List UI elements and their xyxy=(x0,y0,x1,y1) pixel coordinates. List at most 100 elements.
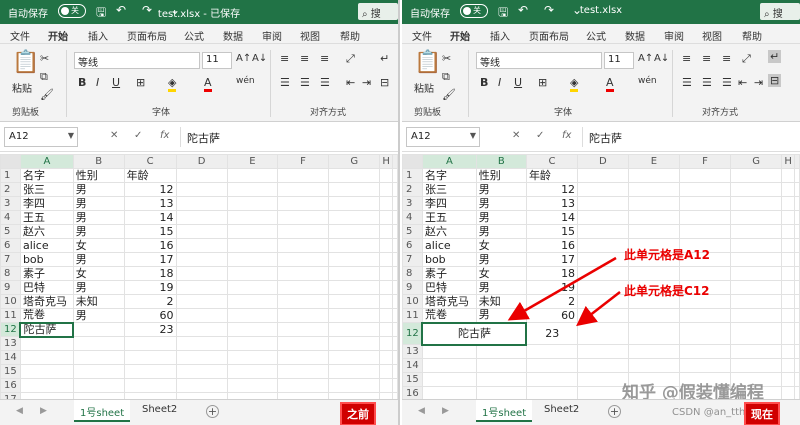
tab-file[interactable]: 文件 xyxy=(10,28,30,43)
cell[interactable] xyxy=(328,294,381,309)
name-box[interactable]: A12 ▼ xyxy=(4,127,78,147)
cell[interactable]: 名字 xyxy=(19,168,74,183)
row-header[interactable]: 16 xyxy=(0,378,21,393)
cell[interactable] xyxy=(175,210,228,225)
cell[interactable]: 12 xyxy=(123,182,177,197)
font-color-icon[interactable]: A xyxy=(204,76,212,92)
cell[interactable] xyxy=(379,266,393,281)
cell[interactable]: alice xyxy=(19,238,74,253)
align-left-icon[interactable]: ☰ xyxy=(280,76,290,89)
column-header[interactable]: C xyxy=(123,154,177,169)
cell[interactable] xyxy=(276,168,330,183)
cell[interactable]: 60 xyxy=(123,308,177,323)
row-header[interactable]: 14 xyxy=(0,350,21,365)
next-sheet-icon[interactable]: ▶ xyxy=(40,406,47,416)
cell[interactable] xyxy=(175,294,228,309)
cell[interactable] xyxy=(276,280,330,295)
add-sheet-icon[interactable]: + xyxy=(608,405,621,418)
cell[interactable] xyxy=(19,364,74,379)
cell[interactable] xyxy=(328,280,381,295)
cell[interactable] xyxy=(72,336,125,351)
row-header[interactable]: 6 xyxy=(0,238,21,253)
cell[interactable] xyxy=(226,168,278,183)
cell[interactable] xyxy=(379,336,393,351)
cell[interactable] xyxy=(379,168,393,183)
align-top-icon[interactable]: ≡ xyxy=(280,52,289,65)
cell[interactable] xyxy=(328,336,381,351)
cell[interactable] xyxy=(379,210,393,225)
cell[interactable] xyxy=(72,322,125,337)
wrap-text-icon[interactable]: ↵ xyxy=(380,52,389,65)
cell[interactable] xyxy=(392,280,398,295)
cancel-icon[interactable]: ✕ xyxy=(110,130,118,141)
function-icon[interactable]: fx xyxy=(160,130,169,141)
column-header[interactable]: A xyxy=(19,154,74,169)
cell[interactable]: 年龄 xyxy=(123,168,177,183)
cell[interactable] xyxy=(379,238,393,253)
cell[interactable]: 王五 xyxy=(19,210,74,225)
cell[interactable] xyxy=(276,322,330,337)
row-header[interactable]: 5 xyxy=(0,224,21,239)
indent-icon[interactable]: ⇤ xyxy=(346,76,355,89)
cell[interactable] xyxy=(392,210,398,225)
cell[interactable]: 14 xyxy=(123,210,177,225)
prev-sheet-icon[interactable]: ◀ xyxy=(16,406,23,416)
cell[interactable] xyxy=(392,294,398,309)
cell[interactable] xyxy=(392,378,398,393)
confirm-icon[interactable]: ✓ xyxy=(134,130,142,141)
tab-page-layout[interactable]: 页面布局 xyxy=(127,28,167,43)
cell[interactable]: bob xyxy=(19,252,74,267)
cell[interactable]: 男 xyxy=(72,182,125,197)
cell[interactable] xyxy=(175,308,228,323)
cell[interactable]: 赵六 xyxy=(19,224,74,239)
cell[interactable] xyxy=(392,224,398,239)
column-header[interactable]: B xyxy=(72,154,125,169)
cell[interactable] xyxy=(328,266,381,281)
cell[interactable]: 塔奇克马 xyxy=(19,294,74,309)
column-header[interactable]: H xyxy=(379,154,393,169)
outdent-icon[interactable]: ⇥ xyxy=(362,76,371,89)
row-header[interactable]: 2 xyxy=(0,182,21,197)
cell[interactable] xyxy=(72,350,125,365)
cell[interactable]: 19 xyxy=(123,280,177,295)
row-header[interactable]: 9 xyxy=(0,280,21,295)
cell[interactable] xyxy=(392,322,398,337)
cell[interactable] xyxy=(175,196,228,211)
cell[interactable] xyxy=(379,224,393,239)
cell[interactable] xyxy=(328,210,381,225)
cell[interactable]: 男 xyxy=(72,210,125,225)
cell[interactable] xyxy=(175,350,228,365)
cell[interactable] xyxy=(72,378,125,393)
cell[interactable] xyxy=(19,378,74,393)
row-header[interactable]: 3 xyxy=(0,196,21,211)
cell[interactable]: 陀古萨 xyxy=(19,321,75,338)
cell[interactable] xyxy=(379,252,393,267)
cell[interactable] xyxy=(175,280,228,295)
font-size-select[interactable]: 11 xyxy=(202,52,232,69)
cell[interactable] xyxy=(328,378,381,393)
cell[interactable]: 性别 xyxy=(72,168,125,183)
cell[interactable] xyxy=(276,294,330,309)
cell[interactable]: 男 xyxy=(72,252,125,267)
cell[interactable] xyxy=(392,308,398,323)
cell[interactable] xyxy=(392,238,398,253)
cell[interactable] xyxy=(328,252,381,267)
cell[interactable] xyxy=(392,266,398,281)
tab-review[interactable]: 审阅 xyxy=(262,28,282,43)
cell[interactable]: 18 xyxy=(123,266,177,281)
format-painter-icon[interactable]: 🖌 xyxy=(40,88,54,101)
cell[interactable] xyxy=(276,196,330,211)
underline-icon[interactable]: U xyxy=(112,76,120,89)
tab-formulas[interactable]: 公式 xyxy=(184,28,204,43)
next-sheet-icon[interactable]: ▶ xyxy=(442,406,449,416)
cell[interactable] xyxy=(226,266,278,281)
cell[interactable] xyxy=(226,238,278,253)
column-header[interactable]: E xyxy=(226,154,278,169)
cell[interactable] xyxy=(276,224,330,239)
cell[interactable] xyxy=(392,350,398,365)
grow-font-icon[interactable]: A↑ xyxy=(236,53,251,64)
cell[interactable] xyxy=(226,322,278,337)
cell[interactable]: 女 xyxy=(72,238,125,253)
row-header[interactable]: 8 xyxy=(0,266,21,281)
cell[interactable]: 23 xyxy=(123,322,177,337)
